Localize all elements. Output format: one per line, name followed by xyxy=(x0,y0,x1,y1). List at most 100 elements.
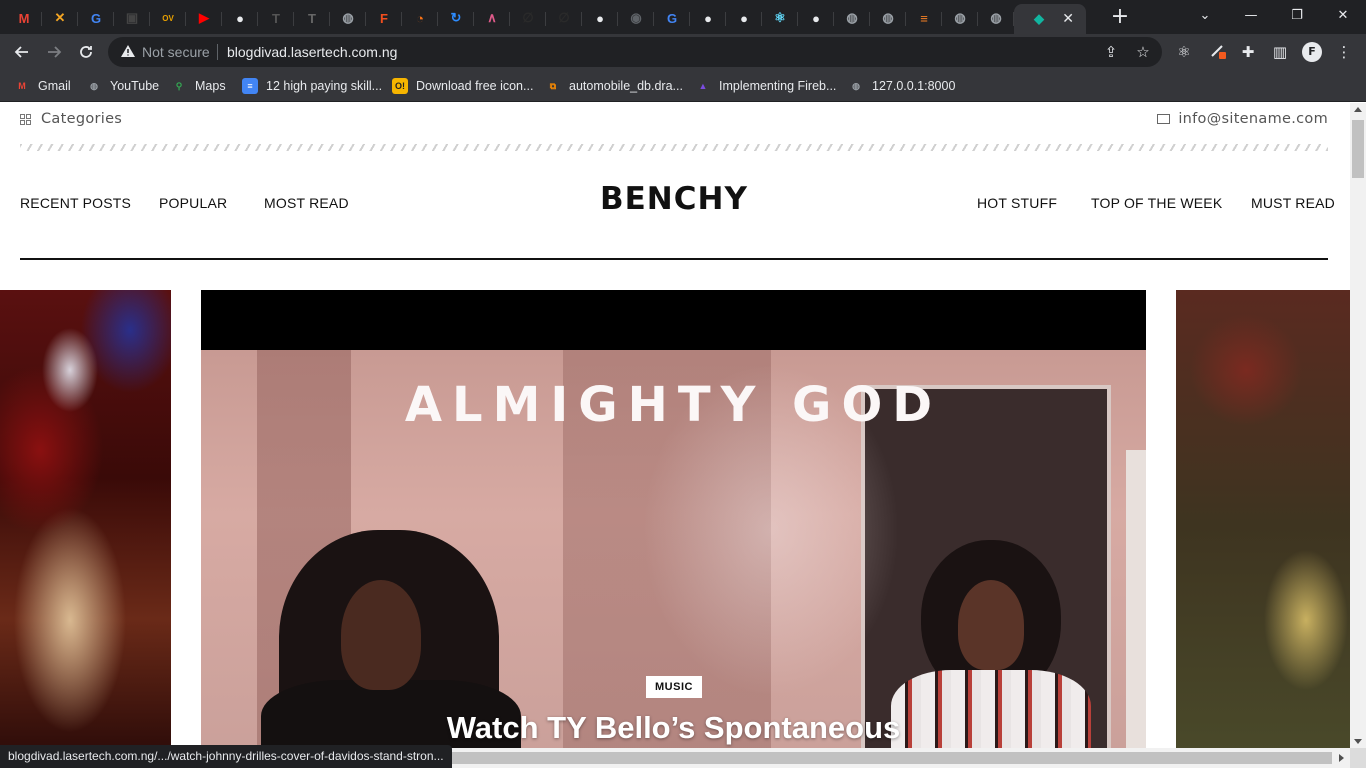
hero-image-window xyxy=(1126,450,1146,748)
close-tab-icon[interactable]: ✕ xyxy=(1062,11,1074,27)
vertical-scrollbar[interactable] xyxy=(1350,103,1366,748)
nav-divider xyxy=(20,258,1328,260)
site-logo[interactable]: BENCHY xyxy=(600,181,748,217)
browser-tab[interactable]: M xyxy=(6,4,42,32)
browser-tab[interactable]: T xyxy=(258,4,294,32)
bookmark-item[interactable]: ≡ 12 high paying skill... xyxy=(242,76,382,96)
globe-icon: ◍ xyxy=(882,10,894,25)
close-window-button[interactable]: ✕ xyxy=(1320,0,1366,30)
browser-tab[interactable]: G xyxy=(654,4,690,32)
browser-tab[interactable]: ● xyxy=(726,4,762,32)
browser-tab[interactable]: ◍ xyxy=(834,4,870,32)
bookmark-label: Gmail xyxy=(38,79,71,93)
reload-icon xyxy=(80,46,92,58)
category-badge[interactable]: MUSIC xyxy=(646,676,702,698)
profile-avatar[interactable]: F xyxy=(1302,42,1322,62)
browser-tab[interactable]: ◔ xyxy=(402,4,438,32)
browser-tab[interactable]: ≡ xyxy=(906,4,942,32)
browser-tab[interactable]: ● xyxy=(222,4,258,32)
nav-must-read[interactable]: MUST READ xyxy=(1251,195,1335,211)
forward-button[interactable] xyxy=(40,38,68,66)
new-tab-button[interactable]: + xyxy=(1108,6,1132,30)
email-text: info@sitename.com xyxy=(1178,111,1328,127)
scroll-down-arrow-icon[interactable] xyxy=(1354,739,1362,744)
hero-slide[interactable]: ALMIGHTY GOD MUSIC Watch TY Bello’s Spon… xyxy=(201,290,1146,748)
nav-top-of-the-week[interactable]: TOP OF THE WEEK xyxy=(1091,195,1222,211)
back-button[interactable] xyxy=(8,38,36,66)
side-panel-icon[interactable]: ▥ xyxy=(1270,42,1290,62)
github-icon: ● xyxy=(812,10,820,26)
email-link[interactable]: info@sitename.com xyxy=(1157,111,1328,127)
browser-tab[interactable]: ● xyxy=(582,4,618,32)
browser-tab[interactable]: ∅ xyxy=(546,4,582,32)
browser-tab[interactable]: ▣ xyxy=(114,4,150,32)
scrollbar-corner xyxy=(1350,748,1366,768)
extensions-puzzle-icon[interactable]: ✚ xyxy=(1238,42,1258,62)
next-slide-image[interactable] xyxy=(1176,290,1350,748)
scroll-up-arrow-icon[interactable] xyxy=(1354,107,1362,112)
browser-tab[interactable]: T xyxy=(294,4,330,32)
browser-tab[interactable]: F xyxy=(366,4,402,32)
browser-tab[interactable]: ∧ xyxy=(474,4,510,32)
hero-letterbox xyxy=(201,290,1146,350)
more-menu-icon[interactable]: ⋮ xyxy=(1334,42,1354,62)
browser-tab[interactable]: OV xyxy=(150,4,186,32)
browser-tab[interactable]: ◍ xyxy=(978,4,1014,32)
stackoverflow-icon: ≡ xyxy=(920,10,928,26)
browser-tab[interactable]: ● xyxy=(690,4,726,32)
bookmark-item[interactable]: ⧉ automobile_db.dra... xyxy=(545,76,683,96)
post-title[interactable]: Watch TY Bello’s Spontaneous xyxy=(201,710,1146,746)
browser-toolbar: Not secure blogdivad.lasertech.com.ng ⇪ … xyxy=(0,34,1366,70)
nav-recent-posts[interactable]: RECENT POSTS xyxy=(20,195,131,211)
nav-most-read[interactable]: MOST READ xyxy=(264,195,349,211)
bookmark-item[interactable]: ⚲ Maps xyxy=(171,76,226,96)
browser-tab[interactable]: ◉ xyxy=(618,4,654,32)
share-icon[interactable]: ⇪ xyxy=(1102,43,1120,61)
grid-icon xyxy=(20,113,31,125)
browser-tab[interactable]: ▶ xyxy=(186,4,222,32)
browser-tab[interactable]: ⚛ xyxy=(762,4,798,32)
t-icon: T xyxy=(272,10,280,26)
browser-tab[interactable]: G xyxy=(78,4,114,32)
bookmark-label: 12 high paying skill... xyxy=(266,79,383,93)
nav-popular[interactable]: POPULAR xyxy=(159,195,227,211)
warning-icon[interactable] xyxy=(120,43,136,59)
tab-search-chevron-icon[interactable]: ⌄ xyxy=(1182,0,1228,30)
browser-tab[interactable]: ∅ xyxy=(510,4,546,32)
minimize-button[interactable]: — xyxy=(1228,0,1274,30)
drawio-icon: ⧉ xyxy=(549,80,557,91)
bookmark-label: 127.0.0.1:8000 xyxy=(872,79,956,93)
bookmark-item[interactable]: M Gmail xyxy=(14,76,71,96)
browser-tab[interactable]: ◆ ✕ xyxy=(1014,4,1086,34)
bookmark-item[interactable]: ▲ Implementing Fireb... xyxy=(695,76,837,96)
react-devtools-icon[interactable]: ⚛ xyxy=(1174,42,1194,62)
extension-pen-icon[interactable] xyxy=(1208,42,1228,62)
url-text[interactable]: blogdivad.lasertech.com.ng xyxy=(227,44,397,60)
bookmarks-bar: M Gmail ◍ YouTube ⚲ Maps ≡ 12 high paying skill… xyxy=(0,70,1366,102)
react-icon: ⚛ xyxy=(774,10,786,25)
reload-button[interactable] xyxy=(72,38,100,66)
bookmark-item[interactable]: O! Download free icon... xyxy=(392,76,533,96)
scroll-right-arrow-icon[interactable] xyxy=(1339,754,1344,762)
google-icon: G xyxy=(90,10,102,26)
browser-tab[interactable]: ◍ xyxy=(330,4,366,32)
browser-tab[interactable]: ↻ xyxy=(438,4,474,32)
vertical-scroll-thumb[interactable] xyxy=(1352,120,1364,178)
bookmark-item[interactable]: ◍ 127.0.0.1:8000 xyxy=(848,76,955,96)
security-status[interactable]: Not secure xyxy=(142,44,210,60)
globe-icon: ◍ xyxy=(846,10,858,25)
bookmark-label: automobile_db.dra... xyxy=(569,79,683,93)
browser-tab[interactable]: ◍ xyxy=(870,4,906,32)
categories-menu[interactable]: Categories xyxy=(20,111,122,127)
bookmark-star-icon[interactable]: ☆ xyxy=(1134,43,1152,61)
nav-hot-stuff[interactable]: HOT STUFF xyxy=(977,195,1057,211)
restore-button[interactable]: ❐ xyxy=(1274,0,1320,30)
browser-tab[interactable]: ◍ xyxy=(942,4,978,32)
arrow-right-icon xyxy=(48,46,62,58)
browser-tab[interactable]: ✕ xyxy=(42,4,78,32)
browser-tab[interactable]: ● xyxy=(798,4,834,32)
address-bar[interactable]: Not secure blogdivad.lasertech.com.ng ⇪ … xyxy=(108,37,1162,67)
previous-slide-image[interactable] xyxy=(0,290,171,748)
bookmark-item[interactable]: ◍ YouTube xyxy=(86,76,159,96)
globe-icon: ◍ xyxy=(852,80,860,91)
